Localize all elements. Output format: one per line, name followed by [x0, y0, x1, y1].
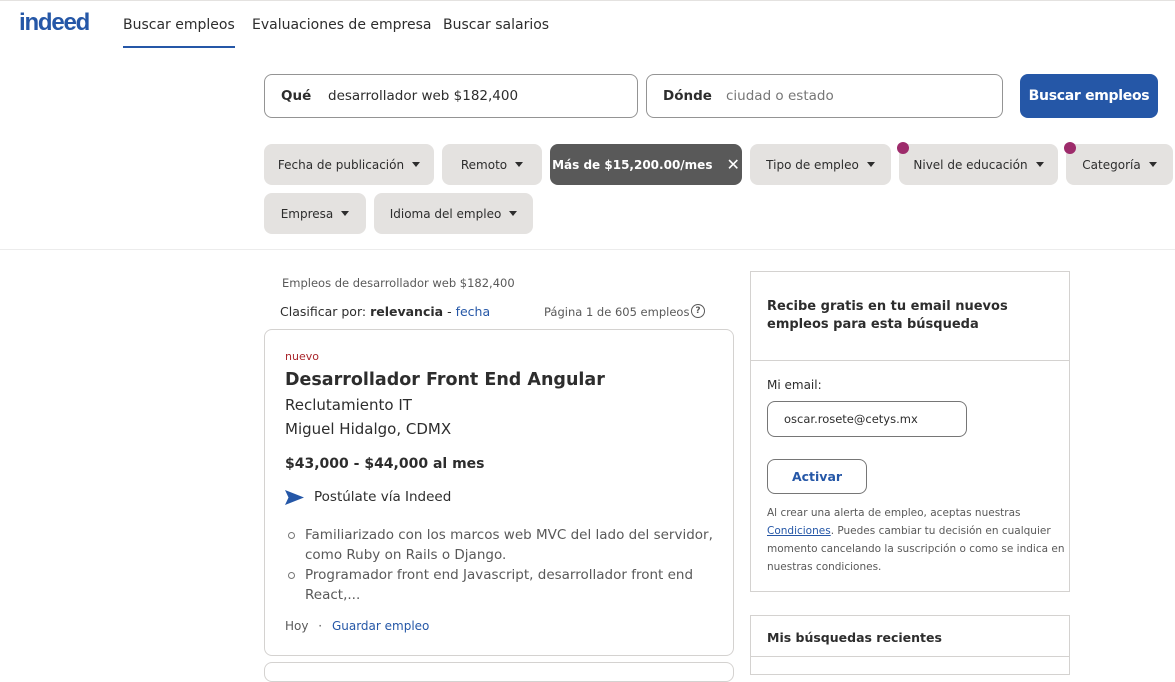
what-search-field[interactable]: Qué desarrollador web $182,400	[264, 74, 638, 118]
sort-relevance: relevancia	[370, 304, 444, 319]
job-location: Miguel Hidalgo, CDMX	[285, 420, 452, 438]
chevron-down-icon	[866, 162, 875, 167]
search-jobs-button[interactable]: Buscar empleos	[1020, 74, 1158, 118]
page-info: Página 1 de 605 empleos	[544, 305, 690, 319]
what-label: Qué	[281, 88, 312, 104]
filter-education-level[interactable]: Nivel de educación	[899, 144, 1058, 185]
new-badge: nuevo	[285, 350, 319, 363]
job-card[interactable]: nuevo Desarrollador Front End Angular Re…	[264, 329, 734, 656]
filter-category[interactable]: Categoría	[1066, 144, 1173, 185]
activate-button[interactable]: Activar	[767, 459, 867, 494]
nav-find-salaries[interactable]: Buscar salarios	[443, 17, 549, 33]
new-indicator-dot	[1064, 142, 1076, 154]
filter-job-type[interactable]: Tipo de empleo	[750, 144, 891, 185]
sort-by: Clasificar por: relevancia - fecha	[280, 304, 491, 319]
snippet-item: Programador front end Javascript, desarr…	[285, 565, 715, 605]
results-heading: Empleos de desarrollador web $182,400	[282, 276, 515, 290]
sort-date-link[interactable]: fecha	[456, 304, 491, 319]
chevron-down-icon	[1035, 162, 1044, 167]
job-title[interactable]: Desarrollador Front End Angular	[285, 370, 605, 390]
easy-apply: Postúlate vía Indeed	[285, 489, 451, 505]
posted-date: Hoy	[285, 619, 309, 633]
nav-find-jobs[interactable]: Buscar empleos	[123, 17, 235, 48]
recent-searches-title: Mis búsquedas recientes	[767, 630, 942, 645]
where-input[interactable]: ciudad o estado	[726, 88, 834, 104]
company-name: Reclutamiento IT	[285, 396, 412, 414]
email-input[interactable]: oscar.rosete@cetys.mx	[767, 401, 967, 437]
where-label: Dónde	[663, 88, 712, 104]
filter-salary-active[interactable]: Más de $15,200.00/mes ✕	[550, 144, 742, 185]
job-salary: $43,000 - $44,000 al mes	[285, 456, 485, 472]
section-divider	[0, 249, 1175, 250]
chevron-down-icon	[1148, 162, 1157, 167]
nav-company-reviews[interactable]: Evaluaciones de empresa	[252, 17, 431, 33]
help-icon[interactable]: ?	[691, 304, 705, 318]
chevron-down-icon	[509, 211, 518, 216]
chevron-down-icon	[341, 211, 350, 216]
filter-date-posted[interactable]: Fecha de publicación	[264, 144, 434, 185]
card-footer: Hoy · Guardar empleo	[285, 619, 430, 633]
filter-remote[interactable]: Remoto	[442, 144, 542, 185]
header: indeed Buscar empleos Evaluaciones de em…	[0, 0, 1175, 52]
what-input[interactable]: desarrollador web $182,400	[328, 88, 518, 104]
chevron-down-icon	[515, 162, 524, 167]
save-job-link[interactable]: Guardar empleo	[332, 619, 429, 633]
chevron-down-icon	[412, 162, 421, 167]
alert-heading: Recibe gratis en tu email nuevos empleos…	[767, 299, 1008, 332]
alert-legal-text: Al crear una alerta de empleo, aceptas n…	[767, 507, 1065, 573]
snippet-item: Familiarizado con los marcos web MVC del…	[285, 525, 715, 565]
filter-company[interactable]: Empresa	[264, 193, 366, 234]
close-icon[interactable]: ✕	[726, 155, 739, 174]
job-alert-panel: Recibe gratis en tu email nuevos empleos…	[750, 271, 1070, 592]
job-snippet: Familiarizado con los marcos web MVC del…	[285, 525, 715, 605]
new-indicator-dot	[897, 142, 909, 154]
send-arrow-icon	[285, 489, 304, 505]
divider	[751, 656, 1069, 657]
next-job-card[interactable]	[264, 662, 734, 682]
filter-job-language[interactable]: Idioma del empleo	[374, 193, 533, 234]
recent-searches-panel: Mis búsquedas recientes	[750, 615, 1070, 675]
terms-link[interactable]: Condiciones	[767, 525, 831, 537]
where-search-field[interactable]: Dónde ciudad o estado	[646, 74, 1003, 118]
email-label: Mi email:	[767, 378, 822, 392]
indeed-logo[interactable]: indeed	[19, 9, 90, 37]
alert-header: Recibe gratis en tu email nuevos empleos…	[751, 272, 1069, 361]
